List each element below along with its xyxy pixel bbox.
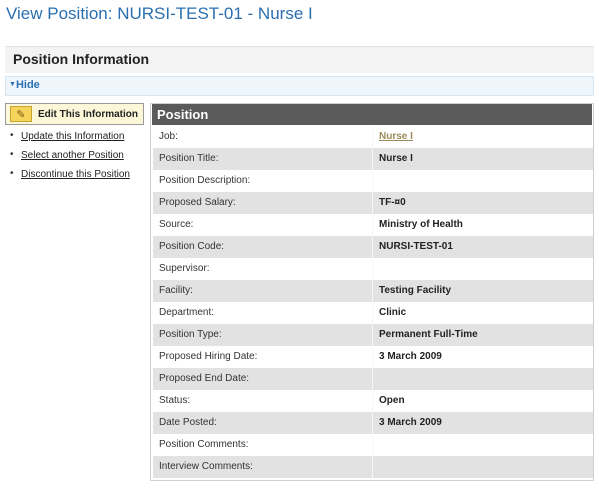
row-value	[373, 258, 593, 280]
row-label: Proposed End Date:	[153, 368, 373, 390]
row-value	[373, 368, 593, 390]
row-value: Permanent Full-Time	[379, 329, 478, 340]
row-value: NURSI-TEST-01	[379, 241, 453, 252]
row-value: Clinic	[379, 307, 407, 318]
table-row: Proposed End Date:	[153, 368, 593, 390]
table-row: Position Comments:	[153, 434, 593, 456]
discontinue-position-link[interactable]: Discontinue this Position	[21, 169, 130, 180]
job-link[interactable]: Nurse I	[373, 126, 593, 148]
table-row: Position Code: NURSI-TEST-01	[153, 236, 593, 258]
row-value	[373, 170, 593, 192]
row-label: Source:	[153, 214, 373, 236]
section-title: Position Information	[13, 51, 150, 67]
edit-button-label: Edit This Information	[38, 109, 138, 120]
row-label: Position Comments:	[153, 434, 373, 456]
table-row: Facility: Testing Facility	[153, 280, 593, 302]
row-label: Job:	[153, 126, 373, 148]
bullet-icon: •	[10, 130, 14, 141]
row-value: 3 March 2009	[379, 417, 442, 428]
table-row: Interview Comments:	[153, 456, 593, 478]
action-link-item: • Select another Position	[8, 149, 130, 169]
table-row: Position Title: Nurse I	[153, 148, 593, 170]
pencil-icon: ✎	[10, 106, 32, 122]
row-label: Position Code:	[153, 236, 373, 258]
table-row: Position Description:	[153, 170, 593, 192]
row-label: Proposed Salary:	[153, 192, 373, 214]
row-label: Date Posted:	[153, 412, 373, 434]
bullet-icon: •	[10, 149, 14, 160]
bullet-icon: •	[10, 168, 14, 179]
table-row: Date Posted: 3 March 2009	[153, 412, 593, 434]
table-row: Department: Clinic	[153, 302, 593, 324]
action-link-item: • Discontinue this Position	[8, 168, 130, 188]
row-value: Ministry of Health	[379, 219, 463, 230]
row-value: Testing Facility	[379, 285, 452, 296]
row-value	[373, 456, 593, 478]
table-row: Position Type: Permanent Full-Time	[153, 324, 593, 346]
triangle-down-icon: ▼	[9, 81, 16, 88]
position-details-table: Job: Nurse I Position Title: Nurse I Posit…	[153, 126, 593, 478]
row-label: Proposed Hiring Date:	[153, 346, 373, 368]
row-value: Open	[379, 395, 405, 406]
row-value: TF-¤0	[379, 197, 406, 208]
row-label: Position Description:	[153, 170, 373, 192]
table-row: Job: Nurse I	[153, 126, 593, 148]
table-row: Proposed Salary: TF-¤0	[153, 192, 593, 214]
row-value: 3 March 2009	[379, 351, 442, 362]
panel-title: Position	[157, 107, 209, 122]
action-links: • Update this Information • Select another…	[8, 130, 130, 188]
row-label: Position Title:	[153, 148, 373, 170]
table-row: Proposed Hiring Date: 3 March 2009	[153, 346, 593, 368]
hide-toggle-link[interactable]: ▼Hide	[9, 79, 40, 91]
table-row: Status: Open	[153, 390, 593, 412]
table-row: Source: Ministry of Health	[153, 214, 593, 236]
hide-bar	[5, 76, 594, 96]
edit-information-button[interactable]: ✎ Edit This Information	[5, 103, 144, 125]
row-label: Interview Comments:	[153, 456, 373, 478]
table-row: Supervisor:	[153, 258, 593, 280]
row-label: Facility:	[153, 280, 373, 302]
hide-label: Hide	[15, 79, 40, 91]
row-label: Position Type:	[153, 324, 373, 346]
row-value	[373, 434, 593, 456]
panel-header	[152, 104, 592, 125]
row-label: Department:	[153, 302, 373, 324]
row-label: Supervisor:	[153, 258, 373, 280]
select-another-position-link[interactable]: Select another Position	[21, 150, 124, 161]
row-value: Nurse I	[379, 153, 413, 164]
page-title: View Position: NURSI-TEST-01 - Nurse I	[6, 4, 313, 23]
row-label: Status:	[153, 390, 373, 412]
action-link-item: • Update this Information	[8, 130, 130, 150]
update-information-link[interactable]: Update this Information	[21, 131, 124, 142]
